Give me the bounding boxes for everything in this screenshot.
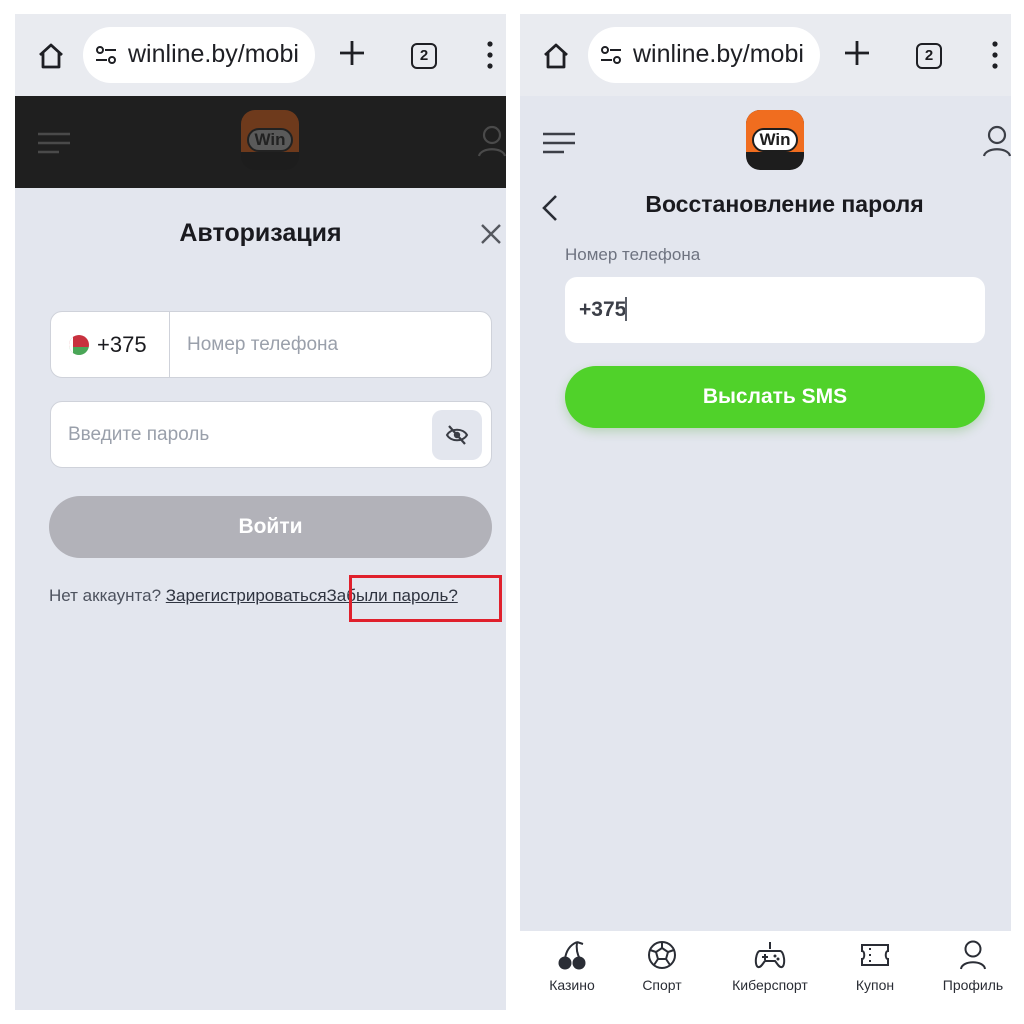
site-header: Win: [15, 96, 506, 188]
nav-label: Казино: [549, 977, 595, 993]
nav-label: Спорт: [642, 977, 682, 993]
bottom-navigation: Казино Спорт Киберспорт Купон Профиль: [520, 931, 1011, 1010]
nav-label: Профиль: [942, 977, 1004, 993]
gamepad-icon: [754, 942, 786, 969]
close-icon[interactable]: [480, 223, 502, 245]
browser-toolbar: winline.by/mobi 2: [520, 14, 1011, 96]
home-icon[interactable]: [542, 42, 570, 70]
winline-logo[interactable]: Win: [241, 110, 299, 170]
winline-logo[interactable]: Win: [746, 110, 804, 170]
phone-input[interactable]: +375: [565, 277, 985, 343]
cherry-icon: [558, 941, 586, 970]
nav-item-esports[interactable]: Киберспорт: [725, 939, 815, 993]
nav-label: Киберспорт: [732, 977, 808, 993]
browser-menu-icon[interactable]: [992, 41, 998, 69]
tab-switcher-button[interactable]: 2: [411, 43, 437, 69]
menu-icon[interactable]: [542, 132, 576, 154]
site-settings-icon[interactable]: [95, 46, 117, 64]
tab-switcher-button[interactable]: 2: [916, 43, 942, 69]
nav-item-sport[interactable]: Спорт: [632, 939, 692, 993]
new-tab-icon[interactable]: [337, 38, 367, 68]
phone-input[interactable]: Номер телефона: [187, 334, 338, 356]
ticket-icon: [861, 944, 889, 966]
eye-off-icon: [445, 425, 469, 445]
country-code: +375: [97, 332, 147, 357]
password-field[interactable]: Введите пароль: [50, 401, 492, 468]
login-screen: winline.by/mobi 2 Win Авторизация +375 Н…: [15, 14, 506, 1010]
phone-value: +375: [579, 298, 627, 321]
page-title: Восстановление пароля: [645, 191, 924, 217]
nav-label: Купон: [855, 977, 895, 993]
site-header: Win: [520, 96, 1011, 188]
browser-toolbar: winline.by/mobi 2: [15, 14, 506, 96]
site-settings-icon[interactable]: [600, 46, 622, 64]
user-icon[interactable]: [982, 125, 1011, 157]
register-link[interactable]: Зарегистрироваться: [166, 586, 327, 605]
nav-item-profile[interactable]: Профиль: [938, 939, 1008, 993]
modal-title: Авторизация: [179, 219, 342, 247]
belarus-flag-icon: [69, 335, 89, 355]
home-icon[interactable]: [37, 42, 65, 70]
menu-icon[interactable]: [37, 132, 71, 154]
user-icon[interactable]: [477, 125, 506, 157]
password-input[interactable]: Введите пароль: [68, 424, 209, 446]
country-code-select[interactable]: +375: [51, 312, 170, 377]
url-text: winline.by/mobi: [128, 40, 299, 68]
nav-item-coupon[interactable]: Купон: [845, 939, 905, 993]
phone-field[interactable]: +375 Номер телефона: [50, 311, 492, 378]
logo-text: Win: [752, 128, 798, 152]
no-account-text: Нет аккаунта?: [49, 586, 162, 605]
phone-label: Номер телефона: [565, 245, 701, 264]
user-icon: [960, 940, 986, 970]
new-tab-icon[interactable]: [842, 38, 872, 68]
highlight-box: [349, 575, 502, 622]
toggle-password-visibility-button[interactable]: [432, 410, 482, 460]
password-recovery-screen: winline.by/mobi 2 Win Восстановление пар…: [520, 14, 1011, 1010]
url-text: winline.by/mobi: [633, 40, 804, 68]
nav-item-casino[interactable]: Казино: [542, 939, 602, 993]
send-sms-button[interactable]: Выслать SMS: [565, 366, 985, 428]
login-button[interactable]: Войти: [49, 496, 492, 558]
browser-menu-icon[interactable]: [487, 41, 493, 69]
address-bar[interactable]: winline.by/mobi: [588, 27, 820, 83]
soccer-ball-icon: [648, 941, 676, 969]
logo-text: Win: [247, 128, 293, 152]
text-caret: [625, 297, 627, 321]
address-bar[interactable]: winline.by/mobi: [83, 27, 315, 83]
